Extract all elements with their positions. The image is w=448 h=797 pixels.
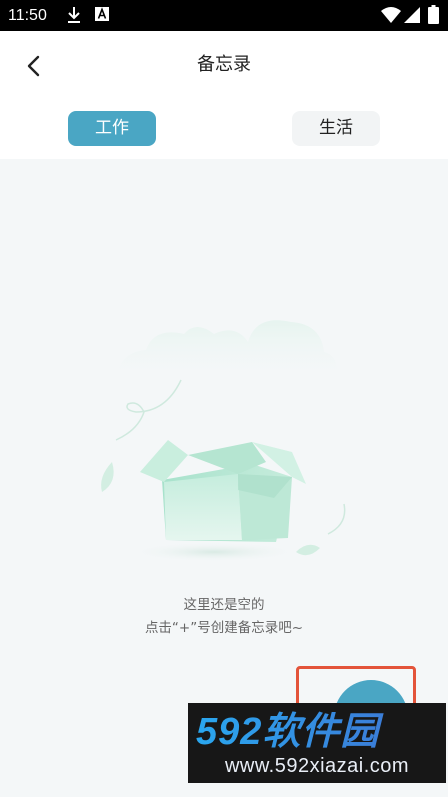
a-letter-icon — [95, 7, 109, 21]
tab-work[interactable]: 工作 — [68, 111, 156, 146]
wifi-icon — [381, 7, 401, 23]
watermark-url: www.592xiazai.com — [224, 755, 410, 777]
status-bar: 11:50 — [0, 0, 448, 31]
watermark: 592软件园 www.592xiazai.com — [188, 703, 446, 783]
empty-state-title: 这里还是空的 — [183, 597, 265, 613]
empty-state-hint: 点击“+”号创建备忘录吧~ — [144, 620, 304, 636]
tab-life[interactable]: 生活 — [292, 111, 380, 146]
svg-text:592软件园: 592软件园 — [196, 711, 384, 751]
status-time: 11:50 — [8, 7, 47, 24]
tab-bar: 工作 生活 — [0, 99, 448, 159]
download-icon — [68, 7, 80, 23]
watermark-logo: 592软件园 — [196, 711, 384, 751]
page-title: 备忘录 — [197, 54, 251, 75]
signal-icon — [404, 7, 420, 23]
battery-icon — [428, 5, 439, 24]
app-header: 备忘录 — [0, 31, 448, 99]
empty-box-illustration — [101, 320, 346, 562]
